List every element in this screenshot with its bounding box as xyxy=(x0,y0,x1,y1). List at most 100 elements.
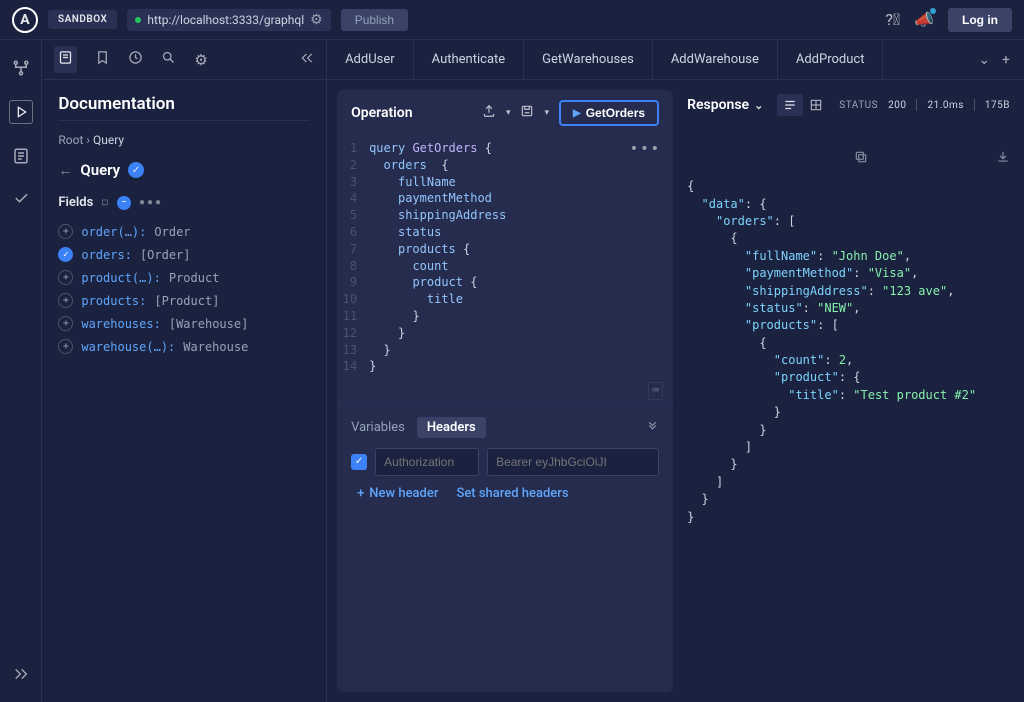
divider xyxy=(58,120,310,121)
left-nav-rail xyxy=(0,40,42,702)
operation-tab[interactable]: AddUser xyxy=(327,40,414,79)
header-enabled-checkbox[interactable]: ✓ xyxy=(351,454,367,470)
history-icon[interactable] xyxy=(128,50,143,69)
doc-toolbar: ⚙ xyxy=(42,40,326,80)
diff-icon[interactable] xyxy=(11,146,31,166)
save-dropdown-icon[interactable]: ▾ xyxy=(544,108,549,118)
field-added-icon[interactable]: ✓ xyxy=(58,247,73,262)
operation-tab[interactable]: Authenticate xyxy=(414,40,525,79)
login-button[interactable]: Log in xyxy=(948,8,1012,32)
header-key-input[interactable] xyxy=(375,448,479,476)
field-row[interactable]: + product(…): Product xyxy=(58,266,310,289)
collapse-doc-icon[interactable] xyxy=(300,51,314,69)
operation-title: Operation xyxy=(351,105,412,121)
response-title[interactable]: Response ⌄ xyxy=(687,97,763,113)
sandbox-badge: SANDBOX xyxy=(48,10,117,29)
announcements-icon[interactable]: 📣 xyxy=(914,10,934,29)
new-tab-icon[interactable]: + xyxy=(1002,52,1010,68)
back-arrow-icon[interactable]: ← xyxy=(58,162,72,179)
code-editor[interactable]: ••• 1query GetOrders {2 orders {3 fullNa… xyxy=(337,136,673,406)
field-name[interactable]: order(…): xyxy=(81,225,146,239)
download-response-icon[interactable] xyxy=(878,130,1010,191)
field-type: [Order] xyxy=(140,248,191,262)
operation-tabs: AddUserAuthenticateGetWarehousesAddWareh… xyxy=(327,40,1024,80)
fields-collapse-icon[interactable]: − xyxy=(117,196,131,210)
apollo-logo: A xyxy=(12,7,38,33)
fields-more-icon[interactable]: ●●● xyxy=(139,197,163,208)
field-type: [Product] xyxy=(154,294,219,308)
set-shared-headers-button[interactable]: Set shared headers xyxy=(456,486,568,501)
field-name[interactable]: product(…): xyxy=(81,271,160,285)
field-add-icon[interactable]: + xyxy=(58,224,73,239)
share-icon[interactable] xyxy=(482,104,496,122)
field-row[interactable]: + products: [Product] xyxy=(58,289,310,312)
field-add-icon[interactable]: + xyxy=(58,316,73,331)
help-icon[interactable]: ?⃝ xyxy=(885,10,900,29)
json-view-button[interactable] xyxy=(777,94,803,116)
variables-headers-panel: Variables Headers ✓ + Ne xyxy=(337,406,673,693)
documentation-panel: ⚙ Documentation Root › Query ← Query ✓ F… xyxy=(42,40,327,702)
endpoint-url-box[interactable]: http://localhost:3333/graphql ⚙ xyxy=(127,9,330,31)
collapse-rail-icon[interactable] xyxy=(11,664,31,684)
breadcrumb: Root › Query xyxy=(58,133,310,147)
header-value-input[interactable] xyxy=(487,448,659,476)
endpoint-url: http://localhost:3333/graphql xyxy=(147,13,304,27)
run-operation-button[interactable]: ▶ GetOrders xyxy=(559,100,659,126)
breadcrumb-current: Query xyxy=(93,133,124,147)
new-header-button[interactable]: + New header xyxy=(357,486,438,501)
editor-more-icon[interactable]: ••• xyxy=(630,140,661,160)
settings-icon[interactable]: ⚙ xyxy=(194,51,207,69)
doc-view-icon[interactable] xyxy=(54,46,77,73)
query-check-badge: ✓ xyxy=(128,162,144,178)
field-row[interactable]: + warehouses: [Warehouse] xyxy=(58,312,310,335)
play-icon: ▶ xyxy=(573,108,581,119)
operation-tab[interactable]: AddProduct xyxy=(778,40,884,79)
table-view-button[interactable] xyxy=(803,94,829,116)
collapse-vars-icon[interactable] xyxy=(646,419,659,435)
field-name[interactable]: warehouses: xyxy=(81,317,160,331)
variables-tab[interactable]: Variables xyxy=(351,420,405,435)
field-add-icon[interactable]: + xyxy=(58,270,73,285)
response-stats: STATUS 200 21.0ms 175B xyxy=(839,99,1010,111)
publish-button[interactable]: Publish xyxy=(341,9,408,31)
chevron-down-icon: ⌄ xyxy=(754,99,763,112)
tab-dropdown-icon[interactable]: ⌄ xyxy=(978,52,990,68)
keyboard-shortcuts-icon[interactable]: ⌨ xyxy=(648,382,663,399)
field-type: Order xyxy=(154,225,190,239)
operation-panel: Operation ▾ ▾ ▶ GetOrders xyxy=(337,90,673,692)
query-title: Query xyxy=(80,161,120,179)
operation-tab[interactable]: GetWarehouses xyxy=(524,40,653,79)
field-name[interactable]: warehouse(…): xyxy=(81,340,175,354)
response-body[interactable]: { "data": { "orders": [ { "fullName": "J… xyxy=(683,126,1014,692)
breadcrumb-root[interactable]: Root xyxy=(58,133,83,147)
explorer-icon[interactable] xyxy=(9,100,33,124)
checks-icon[interactable] xyxy=(11,188,31,208)
fields-label: Fields xyxy=(58,195,93,210)
field-type: Product xyxy=(169,271,220,285)
share-dropdown-icon[interactable]: ▾ xyxy=(506,108,511,118)
search-icon[interactable] xyxy=(161,50,176,69)
fields-list: + order(…): Order ✓ orders: [Order] + product… xyxy=(58,220,310,358)
schema-icon[interactable] xyxy=(11,58,31,78)
field-name[interactable]: products: xyxy=(81,294,146,308)
copy-response-icon[interactable] xyxy=(736,130,868,191)
headers-tab[interactable]: Headers xyxy=(417,417,486,438)
response-panel: Response ⌄ STATUS 200 xyxy=(683,90,1014,692)
fields-sort-icon[interactable]: ◇ xyxy=(99,196,112,209)
field-row[interactable]: + order(…): Order xyxy=(58,220,310,243)
field-row[interactable]: ✓ orders: [Order] xyxy=(58,243,310,266)
connection-status-dot xyxy=(135,17,141,23)
doc-title: Documentation xyxy=(58,94,310,114)
operation-tab[interactable]: AddWarehouse xyxy=(653,40,778,79)
save-icon[interactable] xyxy=(520,104,534,122)
field-add-icon[interactable]: + xyxy=(58,293,73,308)
field-type: [Warehouse] xyxy=(169,317,248,331)
bookmark-icon[interactable] xyxy=(95,50,110,69)
endpoint-settings-icon[interactable]: ⚙ xyxy=(310,12,323,28)
field-type: Warehouse xyxy=(183,340,248,354)
app-topbar: A SANDBOX http://localhost:3333/graphql … xyxy=(0,0,1024,40)
header-row: ✓ xyxy=(351,448,659,476)
field-row[interactable]: + warehouse(…): Warehouse xyxy=(58,335,310,358)
field-add-icon[interactable]: + xyxy=(58,339,73,354)
field-name[interactable]: orders: xyxy=(81,248,132,262)
